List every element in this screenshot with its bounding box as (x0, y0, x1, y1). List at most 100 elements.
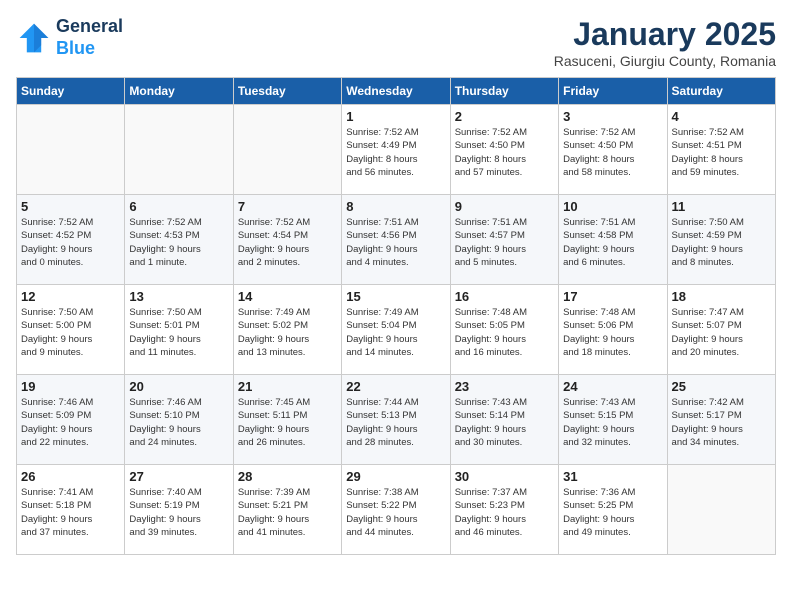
calendar-cell: 6 Sunrise: 7:52 AM Sunset: 4:53 PM Daylig… (125, 195, 233, 285)
calendar-cell: 26 Sunrise: 7:41 AM Sunset: 5:18 PM Dayli… (17, 465, 125, 555)
day-info: Sunrise: 7:52 AM Sunset: 4:53 PM Dayligh… (129, 216, 228, 269)
day-info: Sunrise: 7:43 AM Sunset: 5:14 PM Dayligh… (455, 396, 554, 449)
logo-text-general: General (56, 16, 123, 38)
calendar-subtitle: Rasuceni, Giurgiu County, Romania (554, 53, 776, 69)
weekday-header-sunday: Sunday (17, 78, 125, 105)
day-info: Sunrise: 7:52 AM Sunset: 4:50 PM Dayligh… (563, 126, 662, 179)
day-info: Sunrise: 7:51 AM Sunset: 4:57 PM Dayligh… (455, 216, 554, 269)
calendar-cell: 16 Sunrise: 7:48 AM Sunset: 5:05 PM Dayli… (450, 285, 558, 375)
day-number: 10 (563, 199, 662, 214)
day-info: Sunrise: 7:52 AM Sunset: 4:49 PM Dayligh… (346, 126, 445, 179)
day-number: 29 (346, 469, 445, 484)
calendar-cell: 30 Sunrise: 7:37 AM Sunset: 5:23 PM Dayli… (450, 465, 558, 555)
weekday-header-row: SundayMondayTuesdayWednesdayThursdayFrid… (17, 78, 776, 105)
day-number: 13 (129, 289, 228, 304)
weekday-header-thursday: Thursday (450, 78, 558, 105)
day-info: Sunrise: 7:41 AM Sunset: 5:18 PM Dayligh… (21, 486, 120, 539)
day-info: Sunrise: 7:47 AM Sunset: 5:07 PM Dayligh… (672, 306, 771, 359)
calendar-cell: 3 Sunrise: 7:52 AM Sunset: 4:50 PM Daylig… (559, 105, 667, 195)
calendar-cell (667, 465, 775, 555)
day-info: Sunrise: 7:46 AM Sunset: 5:09 PM Dayligh… (21, 396, 120, 449)
day-info: Sunrise: 7:51 AM Sunset: 4:56 PM Dayligh… (346, 216, 445, 269)
calendar-week-row: 1Sunrise: 7:52 AM Sunset: 4:49 PM Daylig… (17, 105, 776, 195)
logo-icon (16, 20, 52, 56)
calendar-cell (233, 105, 341, 195)
day-info: Sunrise: 7:44 AM Sunset: 5:13 PM Dayligh… (346, 396, 445, 449)
logo-text-blue: Blue (56, 38, 123, 60)
day-number: 24 (563, 379, 662, 394)
weekday-header-friday: Friday (559, 78, 667, 105)
calendar-title: January 2025 (554, 16, 776, 53)
day-info: Sunrise: 7:38 AM Sunset: 5:22 PM Dayligh… (346, 486, 445, 539)
day-number: 22 (346, 379, 445, 394)
day-info: Sunrise: 7:36 AM Sunset: 5:25 PM Dayligh… (563, 486, 662, 539)
calendar-cell: 4Sunrise: 7:52 AM Sunset: 4:51 PM Daylig… (667, 105, 775, 195)
calendar-cell (125, 105, 233, 195)
day-info: Sunrise: 7:52 AM Sunset: 4:54 PM Dayligh… (238, 216, 337, 269)
day-number: 11 (672, 199, 771, 214)
calendar-cell (17, 105, 125, 195)
day-number: 7 (238, 199, 337, 214)
calendar-table: SundayMondayTuesdayWednesdayThursdayFrid… (16, 77, 776, 555)
calendar-cell: 7 Sunrise: 7:52 AM Sunset: 4:54 PM Daylig… (233, 195, 341, 285)
weekday-header-wednesday: Wednesday (342, 78, 450, 105)
day-number: 9 (455, 199, 554, 214)
day-info: Sunrise: 7:52 AM Sunset: 4:50 PM Dayligh… (455, 126, 554, 179)
day-number: 17 (563, 289, 662, 304)
day-info: Sunrise: 7:42 AM Sunset: 5:17 PM Dayligh… (672, 396, 771, 449)
calendar-cell: 10 Sunrise: 7:51 AM Sunset: 4:58 PM Dayli… (559, 195, 667, 285)
day-number: 27 (129, 469, 228, 484)
calendar-cell: 24 Sunrise: 7:43 AM Sunset: 5:15 PM Dayli… (559, 375, 667, 465)
weekday-header-saturday: Saturday (667, 78, 775, 105)
day-number: 2 (455, 109, 554, 124)
weekday-header-tuesday: Tuesday (233, 78, 341, 105)
calendar-cell: 1Sunrise: 7:52 AM Sunset: 4:49 PM Daylig… (342, 105, 450, 195)
calendar-cell: 15Sunrise: 7:49 AM Sunset: 5:04 PM Dayli… (342, 285, 450, 375)
calendar-cell: 8 Sunrise: 7:51 AM Sunset: 4:56 PM Daylig… (342, 195, 450, 285)
calendar-cell: 9 Sunrise: 7:51 AM Sunset: 4:57 PM Daylig… (450, 195, 558, 285)
day-number: 3 (563, 109, 662, 124)
day-number: 28 (238, 469, 337, 484)
day-info: Sunrise: 7:40 AM Sunset: 5:19 PM Dayligh… (129, 486, 228, 539)
day-number: 12 (21, 289, 120, 304)
calendar-cell: 29 Sunrise: 7:38 AM Sunset: 5:22 PM Dayli… (342, 465, 450, 555)
day-number: 26 (21, 469, 120, 484)
day-number: 23 (455, 379, 554, 394)
day-info: Sunrise: 7:48 AM Sunset: 5:05 PM Dayligh… (455, 306, 554, 359)
title-area: January 2025 Rasuceni, Giurgiu County, R… (554, 16, 776, 69)
day-info: Sunrise: 7:37 AM Sunset: 5:23 PM Dayligh… (455, 486, 554, 539)
calendar-cell: 19 Sunrise: 7:46 AM Sunset: 5:09 PM Dayli… (17, 375, 125, 465)
day-info: Sunrise: 7:46 AM Sunset: 5:10 PM Dayligh… (129, 396, 228, 449)
day-info: Sunrise: 7:51 AM Sunset: 4:58 PM Dayligh… (563, 216, 662, 269)
calendar-cell: 18Sunrise: 7:47 AM Sunset: 5:07 PM Dayli… (667, 285, 775, 375)
day-number: 30 (455, 469, 554, 484)
calendar-cell: 13 Sunrise: 7:50 AM Sunset: 5:01 PM Dayli… (125, 285, 233, 375)
day-number: 6 (129, 199, 228, 214)
calendar-cell: 5Sunrise: 7:52 AM Sunset: 4:52 PM Daylig… (17, 195, 125, 285)
day-info: Sunrise: 7:52 AM Sunset: 4:51 PM Dayligh… (672, 126, 771, 179)
day-number: 14 (238, 289, 337, 304)
day-number: 19 (21, 379, 120, 394)
day-info: Sunrise: 7:48 AM Sunset: 5:06 PM Dayligh… (563, 306, 662, 359)
day-info: Sunrise: 7:45 AM Sunset: 5:11 PM Dayligh… (238, 396, 337, 449)
day-info: Sunrise: 7:52 AM Sunset: 4:52 PM Dayligh… (21, 216, 120, 269)
day-number: 8 (346, 199, 445, 214)
calendar-cell: 31 Sunrise: 7:36 AM Sunset: 5:25 PM Dayli… (559, 465, 667, 555)
day-number: 16 (455, 289, 554, 304)
calendar-cell: 28Sunrise: 7:39 AM Sunset: 5:21 PM Dayli… (233, 465, 341, 555)
calendar-cell: 25Sunrise: 7:42 AM Sunset: 5:17 PM Dayli… (667, 375, 775, 465)
calendar-cell: 23 Sunrise: 7:43 AM Sunset: 5:14 PM Dayli… (450, 375, 558, 465)
day-info: Sunrise: 7:49 AM Sunset: 5:02 PM Dayligh… (238, 306, 337, 359)
calendar-cell: 21Sunrise: 7:45 AM Sunset: 5:11 PM Dayli… (233, 375, 341, 465)
weekday-header-monday: Monday (125, 78, 233, 105)
day-info: Sunrise: 7:43 AM Sunset: 5:15 PM Dayligh… (563, 396, 662, 449)
calendar-week-row: 26 Sunrise: 7:41 AM Sunset: 5:18 PM Dayli… (17, 465, 776, 555)
calendar-cell: 11Sunrise: 7:50 AM Sunset: 4:59 PM Dayli… (667, 195, 775, 285)
logo: General Blue (16, 16, 123, 59)
calendar-cell: 12Sunrise: 7:50 AM Sunset: 5:00 PM Dayli… (17, 285, 125, 375)
calendar-cell: 2 Sunrise: 7:52 AM Sunset: 4:50 PM Daylig… (450, 105, 558, 195)
day-info: Sunrise: 7:50 AM Sunset: 5:01 PM Dayligh… (129, 306, 228, 359)
day-number: 31 (563, 469, 662, 484)
day-number: 20 (129, 379, 228, 394)
calendar-week-row: 5Sunrise: 7:52 AM Sunset: 4:52 PM Daylig… (17, 195, 776, 285)
